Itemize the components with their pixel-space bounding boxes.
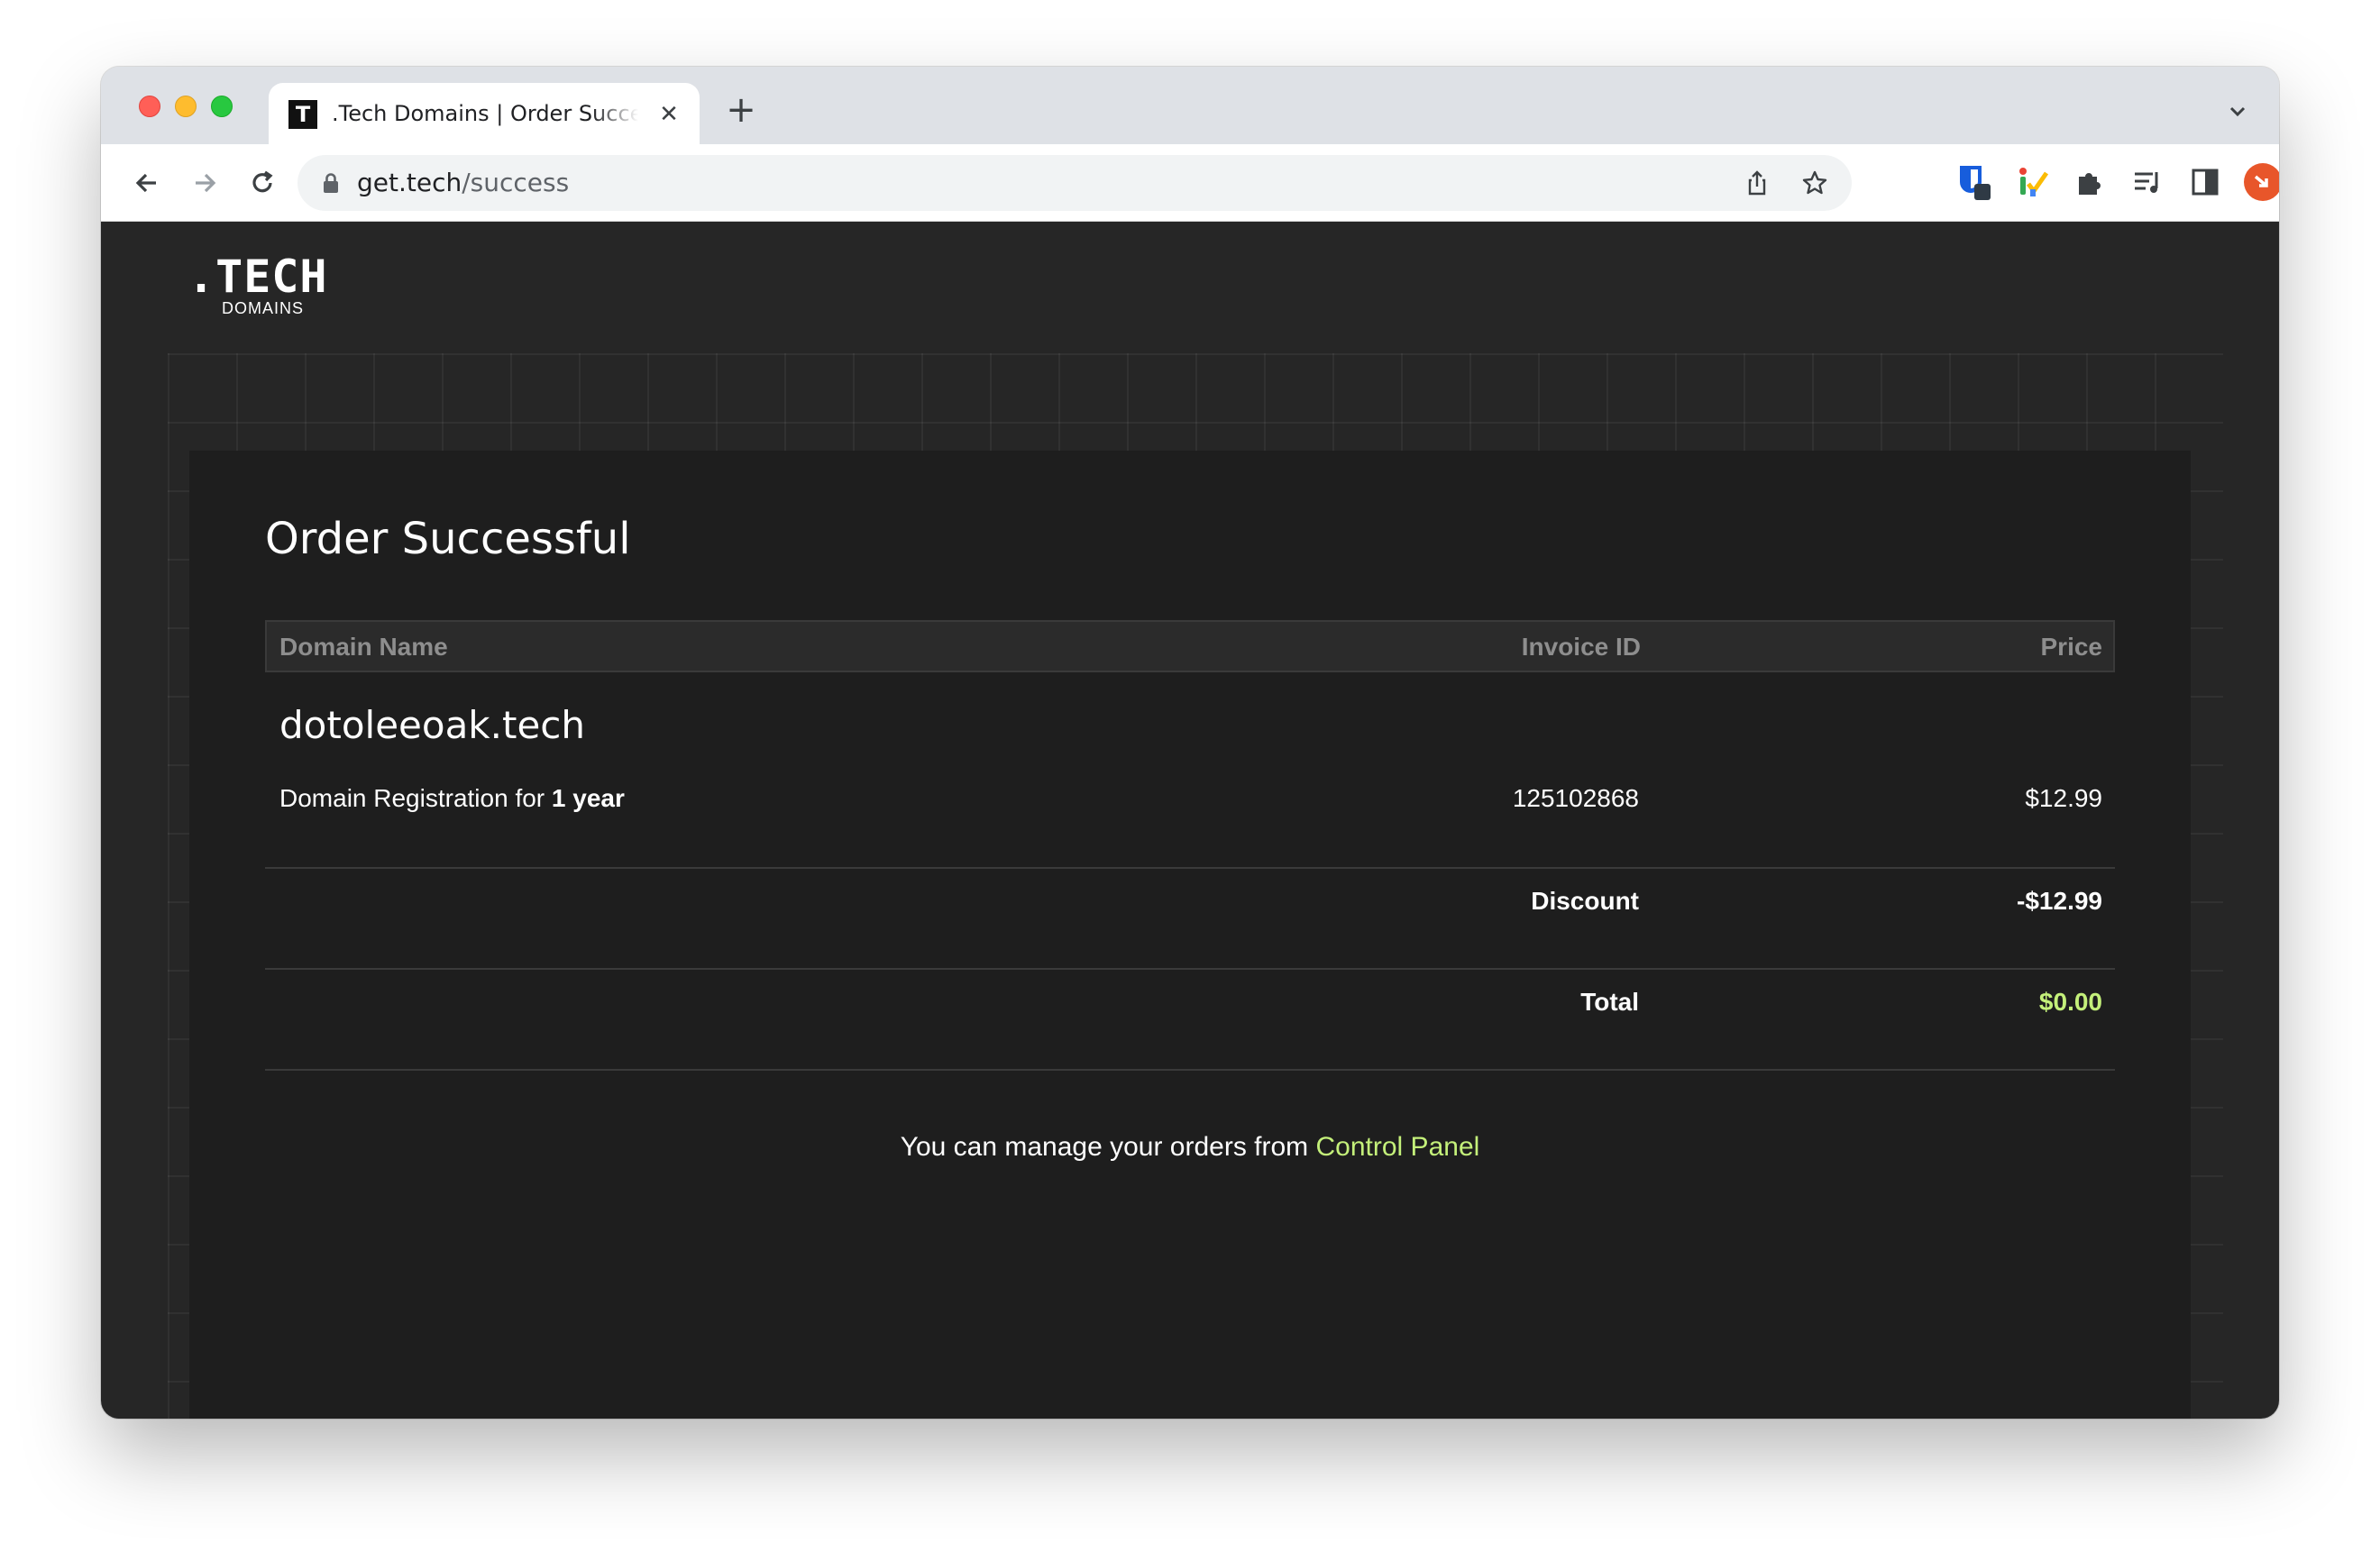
close-window-button[interactable] bbox=[139, 96, 160, 117]
extensions-puzzle-icon[interactable] bbox=[2070, 162, 2110, 202]
bitwarden-extension-icon[interactable] bbox=[1954, 162, 1994, 202]
colorful-extension-icon[interactable] bbox=[2012, 162, 2052, 202]
forward-arrow-icon[interactable] bbox=[186, 164, 224, 202]
control-panel-link[interactable]: Control Panel bbox=[1316, 1132, 1480, 1162]
order-card: Order Successful Domain Name Invoice ID … bbox=[189, 451, 2191, 1419]
header-invoice-id: Invoice ID bbox=[1521, 633, 1641, 661]
url-host: get.tech bbox=[357, 168, 462, 197]
tech-domains-logo[interactable]: .TECH DOMAINS bbox=[188, 254, 327, 317]
manage-orders-note: You can manage your orders from Control … bbox=[189, 1132, 2191, 1163]
item-price: $12.99 bbox=[2025, 784, 2102, 812]
order-table-header: Domain Name Invoice ID Price bbox=[265, 620, 2115, 672]
close-tab-icon[interactable]: ✕ bbox=[654, 99, 683, 128]
browser-toolbar: get.tech/success bbox=[101, 144, 2279, 222]
url-path: /success bbox=[462, 168, 570, 197]
ordered-domain-name: dotoleeoak.tech bbox=[279, 703, 585, 747]
tab-title: .Tech Domains | Order Success bbox=[332, 101, 638, 126]
minimize-window-button[interactable] bbox=[175, 96, 197, 117]
tab-order-success[interactable]: T .Tech Domains | Order Success ✕ bbox=[269, 83, 700, 144]
lock-icon[interactable] bbox=[321, 172, 341, 194]
manage-orders-text: You can manage your orders from bbox=[900, 1132, 1309, 1162]
discount-value: -$12.99 bbox=[2017, 887, 2102, 915]
browser-window: T .Tech Domains | Order Success ✕ + get.… bbox=[101, 67, 2279, 1419]
bookmark-star-icon[interactable] bbox=[1801, 169, 1828, 196]
total-value: $0.00 bbox=[2038, 988, 2102, 1016]
new-tab-button[interactable]: + bbox=[721, 92, 761, 132]
header-domain-name: Domain Name bbox=[279, 633, 448, 661]
discount-label: Discount bbox=[1531, 887, 1639, 915]
divider bbox=[265, 968, 2115, 970]
reload-icon[interactable] bbox=[243, 164, 281, 202]
logo-wordmark: .TECH bbox=[188, 251, 328, 303]
total-label: Total bbox=[1580, 988, 1639, 1016]
header-price: Price bbox=[2040, 633, 2103, 661]
share-icon[interactable] bbox=[1744, 169, 1771, 196]
tab-strip: T .Tech Domains | Order Success ✕ + bbox=[101, 67, 2279, 144]
item-description: Domain Registration for 1 year bbox=[279, 784, 625, 813]
page-title: Order Successful bbox=[265, 514, 631, 564]
item-description-prefix: Domain Registration for bbox=[279, 784, 545, 812]
divider bbox=[265, 867, 2115, 869]
divider bbox=[265, 1069, 2115, 1071]
side-panel-icon[interactable] bbox=[2185, 162, 2225, 202]
tab-search-chevron-icon[interactable] bbox=[2223, 97, 2252, 126]
invoice-id: 125102868 bbox=[1512, 784, 1639, 812]
address-bar[interactable]: get.tech/success bbox=[298, 155, 1852, 211]
tech-favicon-icon: T bbox=[288, 100, 317, 129]
profile-avatar-icon[interactable] bbox=[2243, 162, 2279, 202]
page-content: .TECH DOMAINS Order Successful Domain Na… bbox=[101, 222, 2279, 1419]
maximize-window-button[interactable] bbox=[211, 96, 233, 117]
logo-subtitle: DOMAINS bbox=[222, 299, 305, 317]
back-arrow-icon[interactable] bbox=[128, 164, 166, 202]
reading-list-icon[interactable] bbox=[2128, 162, 2167, 202]
url-text[interactable]: get.tech/success bbox=[357, 168, 569, 198]
item-description-term: 1 year bbox=[551, 784, 625, 812]
